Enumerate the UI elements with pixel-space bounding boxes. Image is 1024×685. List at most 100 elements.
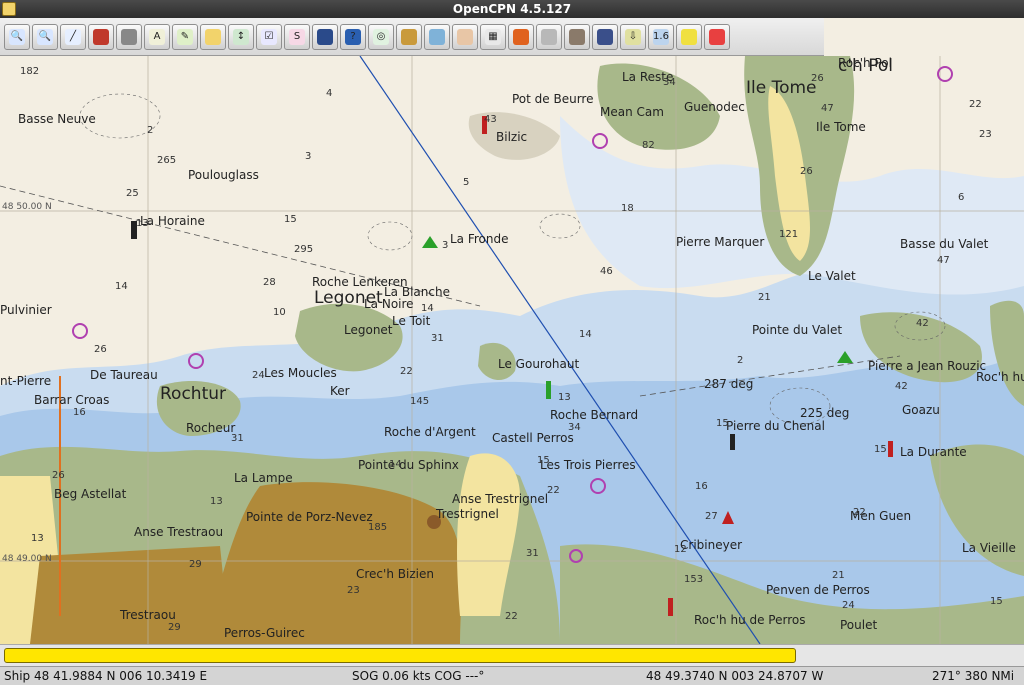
place-le-toit: Le Toit	[392, 314, 431, 328]
place-roch-pol: Roc'h Pol	[838, 56, 892, 70]
depth-button[interactable]	[312, 23, 338, 50]
place-ker: Ker	[330, 384, 350, 398]
chart-svg	[0, 56, 1024, 644]
depth-sounding: 26	[94, 344, 107, 355]
depth-sounding: 2	[737, 355, 744, 366]
place-de-taureau: De Taureau	[90, 368, 158, 382]
place-rochtur: Rochtur	[160, 384, 226, 404]
depth-icon	[317, 28, 333, 45]
layers-icon	[205, 28, 221, 45]
curve-icon: S	[289, 28, 305, 45]
depth-sounding: 82	[642, 140, 655, 151]
place-la-fronde: La Fronde	[450, 232, 509, 246]
place-la-lampe: La Lampe	[234, 471, 293, 485]
depth-sounding: 47	[821, 103, 834, 114]
depth-sounding: 24	[842, 600, 855, 611]
target-icon: ◎	[373, 28, 389, 45]
chart-button[interactable]	[452, 23, 478, 50]
zoom-out-icon: 🔍	[37, 28, 53, 45]
layers-button[interactable]	[200, 23, 226, 50]
grid-button[interactable]: ▦	[480, 23, 506, 50]
depth-sounding: 16	[695, 481, 708, 492]
place-beg-astellat: Beg Astellat	[54, 487, 127, 501]
depth-sounding: 185	[368, 522, 388, 533]
place-basse-du-valet: Basse du Valet	[900, 237, 989, 251]
settings-button[interactable]	[508, 23, 534, 50]
sog-cog: SOG 0.06 kts COG ---°	[352, 669, 485, 683]
place-le-gourohaut: Le Gourohaut	[498, 357, 580, 371]
bearing-range: 271° 380 NMi	[932, 669, 1015, 683]
place-la-noire: La Noire	[364, 297, 414, 311]
dog-button[interactable]	[564, 23, 590, 50]
place-cribineyer: Cribineyer	[680, 538, 743, 552]
route-button[interactable]: ╱	[60, 23, 86, 50]
ruler-icon	[681, 28, 697, 45]
place-pulvinier: Pulvinier	[0, 303, 52, 317]
version-button[interactable]: 1.6	[648, 23, 674, 50]
place-goazu: Goazu	[902, 403, 940, 417]
depth-sounding: 18	[621, 203, 634, 214]
depth-sounding: 46	[600, 266, 613, 277]
depth-sounding: 23	[979, 129, 992, 140]
waypoint-button[interactable]	[88, 23, 114, 50]
tides-button[interactable]	[396, 23, 422, 50]
place-la-vieille: La Vieille	[962, 541, 1016, 555]
place-la-horaine: La Horaine	[140, 214, 205, 228]
depth-sounding: 153	[684, 574, 704, 585]
depth-sounding: 15	[537, 455, 550, 466]
place-pierre-marquer: Pierre Marquer	[676, 235, 765, 249]
bearing-label: 287 deg	[704, 377, 754, 391]
place-les-moucles: Les Moucles	[264, 366, 337, 380]
depth-sounding: 21	[832, 570, 845, 581]
track-button[interactable]: ↕	[228, 23, 254, 50]
text-button[interactable]: A	[144, 23, 170, 50]
globe-icon	[597, 28, 613, 45]
lifebuoy-button[interactable]	[704, 23, 730, 50]
depth-sounding: 42	[916, 318, 929, 329]
zoom-in-button[interactable]: 🔍	[4, 23, 30, 50]
depth-sounding: 14	[115, 281, 128, 292]
place-pointe-de-porz-nevez: Pointe de Porz-Nevez	[246, 510, 373, 524]
lifebuoy-icon	[709, 28, 725, 45]
main-toolbar: 🔍 🔍 ╱ A ✎ ↕ ☑ S? ◎ ▦ ⇩ 1.6	[0, 18, 824, 56]
place-anse-trestraou: Anse Trestraou	[134, 525, 224, 539]
bearing-label: 225 deg	[800, 406, 850, 420]
depth-sounding: 25	[126, 188, 139, 199]
depth-sounding: 14	[421, 303, 434, 314]
draw-button[interactable]: ✎	[172, 23, 198, 50]
help-button[interactable]: ?	[340, 23, 366, 50]
place-crec-h-bizien: Crec'h Bizien	[356, 567, 434, 581]
depth-sounding: 3	[442, 240, 449, 251]
route-manager-button[interactable]: ☑	[256, 23, 282, 50]
window-title: OpenCPN 4.5.127	[452, 2, 572, 16]
help-icon: ?	[345, 28, 361, 45]
place-pointe-du-sphinx: Pointe du Sphinx	[358, 458, 459, 472]
place-roche-d-argent: Roche d'Argent	[384, 425, 476, 439]
depth-sounding: 121	[779, 229, 799, 240]
depth-sounding: 145	[410, 396, 430, 407]
curve-button[interactable]: S	[284, 23, 310, 50]
target-button[interactable]: ◎	[368, 23, 394, 50]
waypoint-icon	[93, 28, 109, 45]
ruler-button[interactable]	[676, 23, 702, 50]
chart-icon	[457, 28, 473, 45]
depth-sounding: 295	[294, 244, 314, 255]
globe-button[interactable]	[592, 23, 618, 50]
place-penven-de-perros: Penven de Perros	[766, 583, 870, 597]
place-trestraou: Trestraou	[120, 608, 176, 622]
settings-icon	[513, 28, 529, 45]
depth-sounding: 13	[31, 533, 44, 544]
status-bar: Ship 48 41.9884 N 006 10.3419 E SOG 0.06…	[0, 666, 1024, 685]
depth-sounding: 13	[210, 496, 223, 507]
place-poulouglass: Poulouglass	[188, 168, 259, 182]
place-perros-guirec: Perros-Guirec	[224, 626, 305, 640]
place-pointe-du-valet: Pointe du Valet	[752, 323, 843, 337]
ais-button[interactable]	[536, 23, 562, 50]
zoom-out-button[interactable]: 🔍	[32, 23, 58, 50]
download-button[interactable]: ⇩	[620, 23, 646, 50]
measure-button[interactable]	[116, 23, 142, 50]
colors-button[interactable]	[424, 23, 450, 50]
depth-sounding: 24	[252, 370, 265, 381]
depth-sounding: 2	[147, 125, 154, 136]
nautical-chart[interactable]: Ile Tome Legonet Rochtur c'h Pol La Reste Pot…	[0, 56, 1024, 644]
